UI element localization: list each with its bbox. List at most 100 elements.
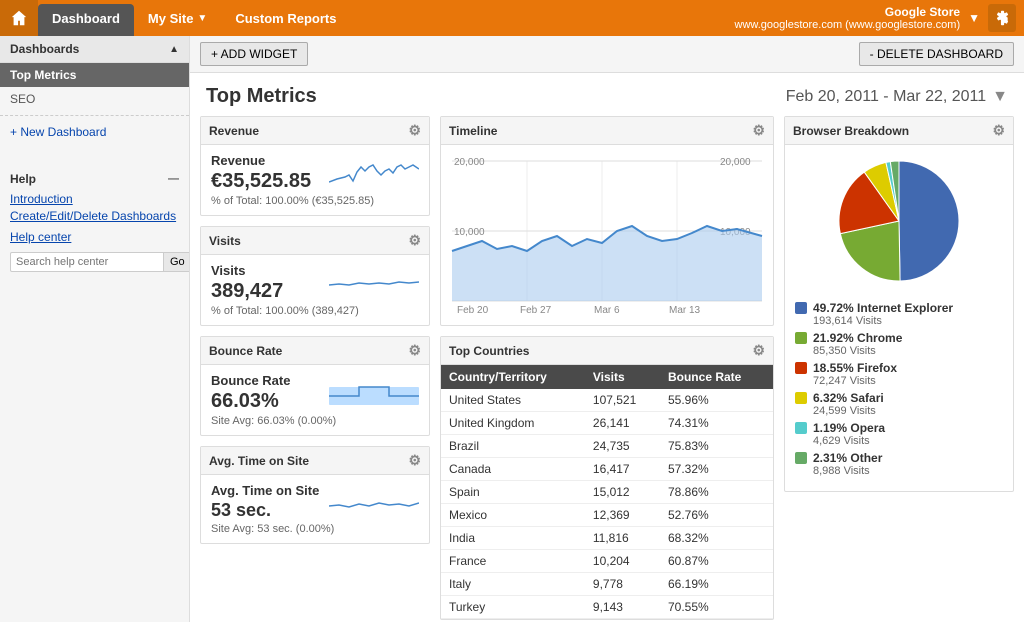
svg-text:Mar 6: Mar 6: [594, 305, 620, 316]
table-row[interactable]: United Kingdom26,14174.31%: [441, 412, 773, 435]
legend-dot: [795, 362, 807, 374]
bounce-metric-row: Bounce Rate 66.03%: [211, 373, 419, 415]
tab-custom-reports[interactable]: Custom Reports: [221, 0, 350, 36]
page-title: Top Metrics: [206, 85, 317, 108]
sidebar-help: Help — Introduction Create/Edit/Delete D…: [0, 164, 189, 280]
revenue-gear-icon[interactable]: ⚙: [408, 122, 421, 139]
countries-gear-icon[interactable]: ⚙: [752, 342, 765, 359]
add-widget-button[interactable]: + ADD WIDGET: [200, 42, 308, 66]
home-button[interactable]: [0, 0, 38, 36]
main-header: Top Metrics Feb 20, 2011 - Mar 22, 2011 …: [190, 73, 1024, 116]
avgtime-widget-body: Avg. Time on Site 53 sec. Site Avg: 53 s…: [201, 475, 429, 543]
svg-text:Feb 27: Feb 27: [520, 305, 552, 316]
table-row[interactable]: Spain15,01278.86%: [441, 481, 773, 504]
revenue-widget-header: Revenue ⚙: [201, 117, 429, 145]
body: Dashboards ▲ Top Metrics SEO + New Dashb…: [0, 36, 1024, 622]
revenue-subtitle: % of Total: 100.00% (€35,525.85): [211, 195, 419, 207]
sidebar-section-dashboards: Dashboards ▲: [0, 36, 189, 63]
table-row[interactable]: Canada16,41757.32%: [441, 458, 773, 481]
tab-mysite[interactable]: My Site ▼: [134, 0, 221, 36]
sidebar-section-label: Dashboards: [10, 42, 79, 56]
bounce-metric-title: Bounce Rate: [211, 373, 290, 388]
visits-widget: Visits ⚙ Visits 389,427: [200, 226, 430, 326]
browser-widget-header: Browser Breakdown ⚙: [785, 117, 1013, 145]
table-row[interactable]: France10,20460.87%: [441, 550, 773, 573]
table-row[interactable]: India11,81668.32%: [441, 527, 773, 550]
bounce-metric-value: 66.03%: [211, 390, 290, 413]
sidebar-search: Go: [10, 252, 179, 272]
tab-dashboard[interactable]: Dashboard: [38, 4, 134, 36]
legend-item: 49.72% Internet Explorer193,614 Visits: [795, 301, 1003, 327]
legend-dot: [795, 392, 807, 404]
bounce-widget: Bounce Rate ⚙ Bounce Rate 66.03%: [200, 336, 430, 436]
legend-item: 6.32% Safari24,599 Visits: [795, 391, 1003, 417]
sidebar-item-seo[interactable]: SEO: [0, 87, 189, 111]
main-content: + ADD WIDGET - DELETE DASHBOARD Top Metr…: [190, 36, 1024, 622]
table-row[interactable]: United States107,52155.96%: [441, 389, 773, 412]
visits-widget-header: Visits ⚙: [201, 227, 429, 255]
table-row[interactable]: Italy9,77866.19%: [441, 573, 773, 596]
avgtime-metric-title: Avg. Time on Site: [211, 483, 319, 498]
legend-item: 21.92% Chrome85,350 Visits: [795, 331, 1003, 357]
account-url: www.googlestore.com (www.googlestore.com…: [735, 19, 961, 31]
svg-text:10,000: 10,000: [454, 227, 485, 238]
header: Dashboard My Site ▼ Custom Reports Googl…: [0, 0, 1024, 36]
account-dropdown-arrow[interactable]: ▼: [968, 11, 980, 25]
avgtime-gear-icon[interactable]: ⚙: [408, 452, 421, 469]
revenue-widget-body: Revenue €35,525.85 % of Total: 100.00% (…: [201, 145, 429, 215]
sidebar-item-top-metrics[interactable]: Top Metrics: [0, 63, 189, 87]
timeline-widget-header: Timeline ⚙: [441, 117, 773, 145]
search-button[interactable]: Go: [164, 252, 190, 272]
timeline-chart: 20,000 10,000 20,000 10,000 Feb 20 Feb 2: [449, 151, 765, 316]
legend-item: 18.55% Firefox72,247 Visits: [795, 361, 1003, 387]
date-range-arrow: ▼: [992, 88, 1008, 106]
legend-dot: [795, 452, 807, 464]
help-collapse-btn[interactable]: —: [168, 173, 179, 185]
help-title: Help: [10, 172, 36, 186]
header-right: Google Store www.googlestore.com (www.go…: [735, 0, 1024, 36]
help-link-create-edit[interactable]: Create/Edit/Delete Dashboards: [10, 209, 179, 223]
svg-text:20,000: 20,000: [454, 157, 485, 168]
avgtime-metric-row: Avg. Time on Site 53 sec.: [211, 483, 419, 523]
visits-subtitle: % of Total: 100.00% (389,427): [211, 305, 419, 317]
sidebar-collapse-arrow[interactable]: ▲: [169, 44, 179, 55]
pie-container: [795, 151, 1003, 291]
col-visits[interactable]: Visits: [585, 365, 660, 389]
mysite-dropdown-arrow: ▼: [197, 13, 207, 24]
visits-metric-row: Visits 389,427: [211, 263, 419, 305]
visits-gear-icon[interactable]: ⚙: [408, 232, 421, 249]
search-input[interactable]: [10, 252, 164, 272]
date-range-picker[interactable]: Feb 20, 2011 - Mar 22, 2011 ▼: [786, 88, 1008, 106]
timeline-widget: Timeline ⚙: [440, 116, 774, 326]
bounce-subtitle: Site Avg: 66.03% (0.00%): [211, 415, 419, 427]
col-bounce[interactable]: Bounce Rate: [660, 365, 773, 389]
delete-dashboard-button[interactable]: - DELETE DASHBOARD: [859, 42, 1014, 66]
countries-table: Country/Territory Visits Bounce Rate Uni…: [441, 365, 773, 619]
help-link-introduction[interactable]: Introduction: [10, 192, 179, 206]
bounce-gear-icon[interactable]: ⚙: [408, 342, 421, 359]
svg-text:20,000: 20,000: [720, 157, 751, 168]
new-dashboard-link[interactable]: + New Dashboard: [0, 120, 189, 144]
avgtime-widget: Avg. Time on Site ⚙ Avg. Time on Site 53…: [200, 446, 430, 544]
table-row[interactable]: Mexico12,36952.76%: [441, 504, 773, 527]
settings-button[interactable]: [988, 4, 1016, 32]
nav-tabs: Dashboard My Site ▼ Custom Reports: [38, 0, 350, 36]
svg-text:Feb 20: Feb 20: [457, 305, 489, 316]
bounce-widget-body: Bounce Rate 66.03% Site Avg: 66.03% (0.0…: [201, 365, 429, 435]
bounce-widget-header: Bounce Rate ⚙: [201, 337, 429, 365]
timeline-gear-icon[interactable]: ⚙: [752, 122, 765, 139]
table-row[interactable]: Turkey9,14370.55%: [441, 596, 773, 619]
browser-pie-chart: [829, 151, 969, 291]
table-row[interactable]: Brazil24,73575.83%: [441, 435, 773, 458]
avgtime-widget-header: Avg. Time on Site ⚙: [201, 447, 429, 475]
browser-gear-icon[interactable]: ⚙: [992, 122, 1005, 139]
visits-sparkline: [329, 267, 419, 302]
date-range-text: Feb 20, 2011 - Mar 22, 2011: [786, 88, 986, 106]
help-link-center[interactable]: Help center: [10, 230, 179, 244]
avgtime-metric-value: 53 sec.: [211, 500, 319, 521]
widgets-area: Revenue ⚙ Revenue €35,525.85: [190, 116, 1024, 622]
avgtime-subtitle: Site Avg: 53 sec. (0.00%): [211, 523, 419, 535]
legend-dot: [795, 332, 807, 344]
countries-widget: Top Countries ⚙ Country/Territory Visits…: [440, 336, 774, 620]
col-country[interactable]: Country/Territory: [441, 365, 585, 389]
